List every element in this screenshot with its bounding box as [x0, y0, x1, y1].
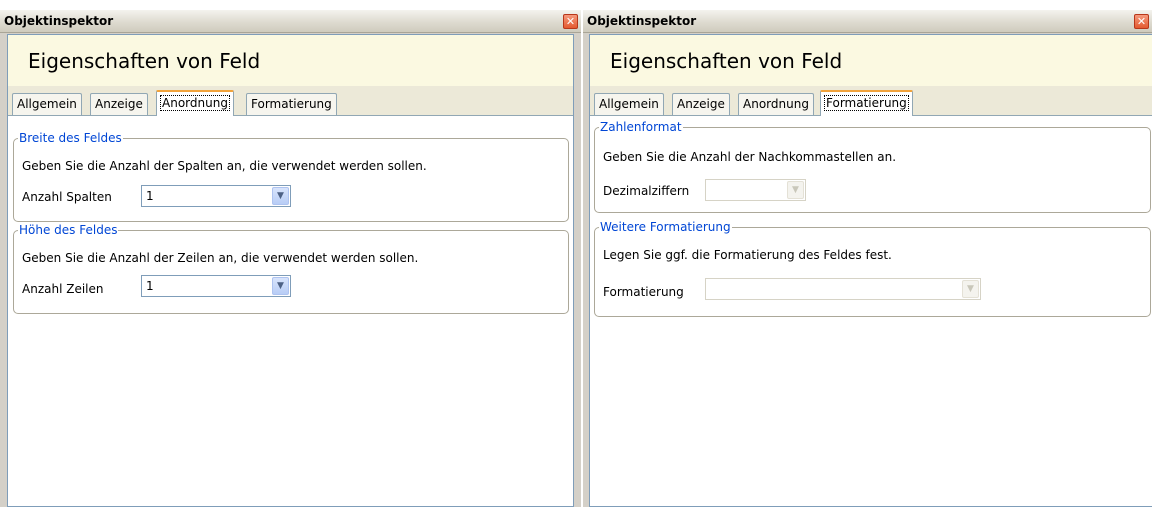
object-inspector-right: Objektinspektor ✕ Eigenschaften von Feld…: [583, 9, 1152, 507]
properties-header: Eigenschaften von Feld: [590, 35, 1152, 86]
tab-divider: [8, 115, 573, 116]
chevron-down-icon[interactable]: ▼: [272, 187, 289, 205]
group-legend: Breite des Feldes: [18, 131, 123, 145]
group-further-formatting: Weitere Formatierung Legen Sie ggf. die …: [594, 220, 1151, 317]
field-label: Anzahl Spalten: [22, 190, 112, 204]
rows-select[interactable]: 1 ▼: [141, 275, 291, 297]
window-title: Objektinspektor: [4, 14, 114, 28]
group-description: Geben Sie die Anzahl der Nachkommastelle…: [603, 150, 897, 164]
tab-bar: Allgemein Anzeige Anordnung Formatierung: [590, 86, 1152, 116]
formatting-select[interactable]: ▼: [705, 278, 981, 300]
tab-formatierung[interactable]: Formatierung: [820, 90, 913, 116]
inspector-content: Eigenschaften von Feld Allgemein Anzeige…: [589, 34, 1152, 507]
group-description: Geben Sie die Anzahl der Spalten an, die…: [22, 159, 427, 173]
group-legend: Zahlenformat: [599, 120, 683, 134]
title-bar[interactable]: Objektinspektor ✕: [583, 9, 1152, 33]
chevron-down-icon[interactable]: ▼: [962, 280, 979, 298]
chevron-down-icon[interactable]: ▼: [787, 181, 804, 199]
group-legend: Weitere Formatierung: [599, 220, 732, 234]
tab-allgemein[interactable]: Allgemein: [12, 93, 82, 115]
group-width: Breite des Feldes Geben Sie die Anzahl d…: [13, 131, 569, 222]
select-value: 1: [146, 279, 154, 293]
title-bar[interactable]: Objektinspektor ✕: [0, 9, 581, 33]
field-label: Dezimalziffern: [603, 184, 690, 198]
decimal-digits-select[interactable]: ▼: [705, 179, 806, 201]
tab-allgemein[interactable]: Allgemein: [594, 93, 664, 115]
tab-anordnung[interactable]: Anordnung: [738, 93, 814, 115]
group-height: Höhe des Feldes Geben Sie die Anzahl der…: [13, 223, 569, 314]
page-title: Eigenschaften von Feld: [610, 49, 843, 73]
object-inspector-left: Objektinspektor ✕ Eigenschaften von Feld…: [0, 9, 581, 507]
tab-anordnung[interactable]: Anordnung: [156, 90, 234, 116]
select-value: 1: [146, 189, 154, 203]
group-description: Legen Sie ggf. die Formatierung des Feld…: [603, 248, 892, 262]
close-icon[interactable]: ✕: [563, 14, 578, 29]
group-description: Geben Sie die Anzahl der Zeilen an, die …: [22, 251, 419, 265]
chevron-down-icon[interactable]: ▼: [272, 277, 289, 295]
page-title: Eigenschaften von Feld: [28, 49, 261, 73]
tab-bar: Allgemein Anzeige Anordnung Formatierung: [8, 86, 573, 116]
field-label: Anzahl Zeilen: [22, 282, 104, 296]
properties-header: Eigenschaften von Feld: [8, 35, 573, 86]
inspector-content: Eigenschaften von Feld Allgemein Anzeige…: [7, 34, 574, 507]
field-label: Formatierung: [603, 285, 684, 299]
tab-anzeige[interactable]: Anzeige: [90, 93, 148, 115]
group-legend: Höhe des Feldes: [18, 223, 119, 237]
group-number-format: Zahlenformat Geben Sie die Anzahl der Na…: [594, 120, 1151, 213]
columns-select[interactable]: 1 ▼: [141, 185, 291, 207]
close-icon[interactable]: ✕: [1134, 14, 1149, 29]
tab-formatierung[interactable]: Formatierung: [246, 93, 337, 115]
window-title: Objektinspektor: [587, 14, 697, 28]
tab-anzeige[interactable]: Anzeige: [672, 93, 730, 115]
